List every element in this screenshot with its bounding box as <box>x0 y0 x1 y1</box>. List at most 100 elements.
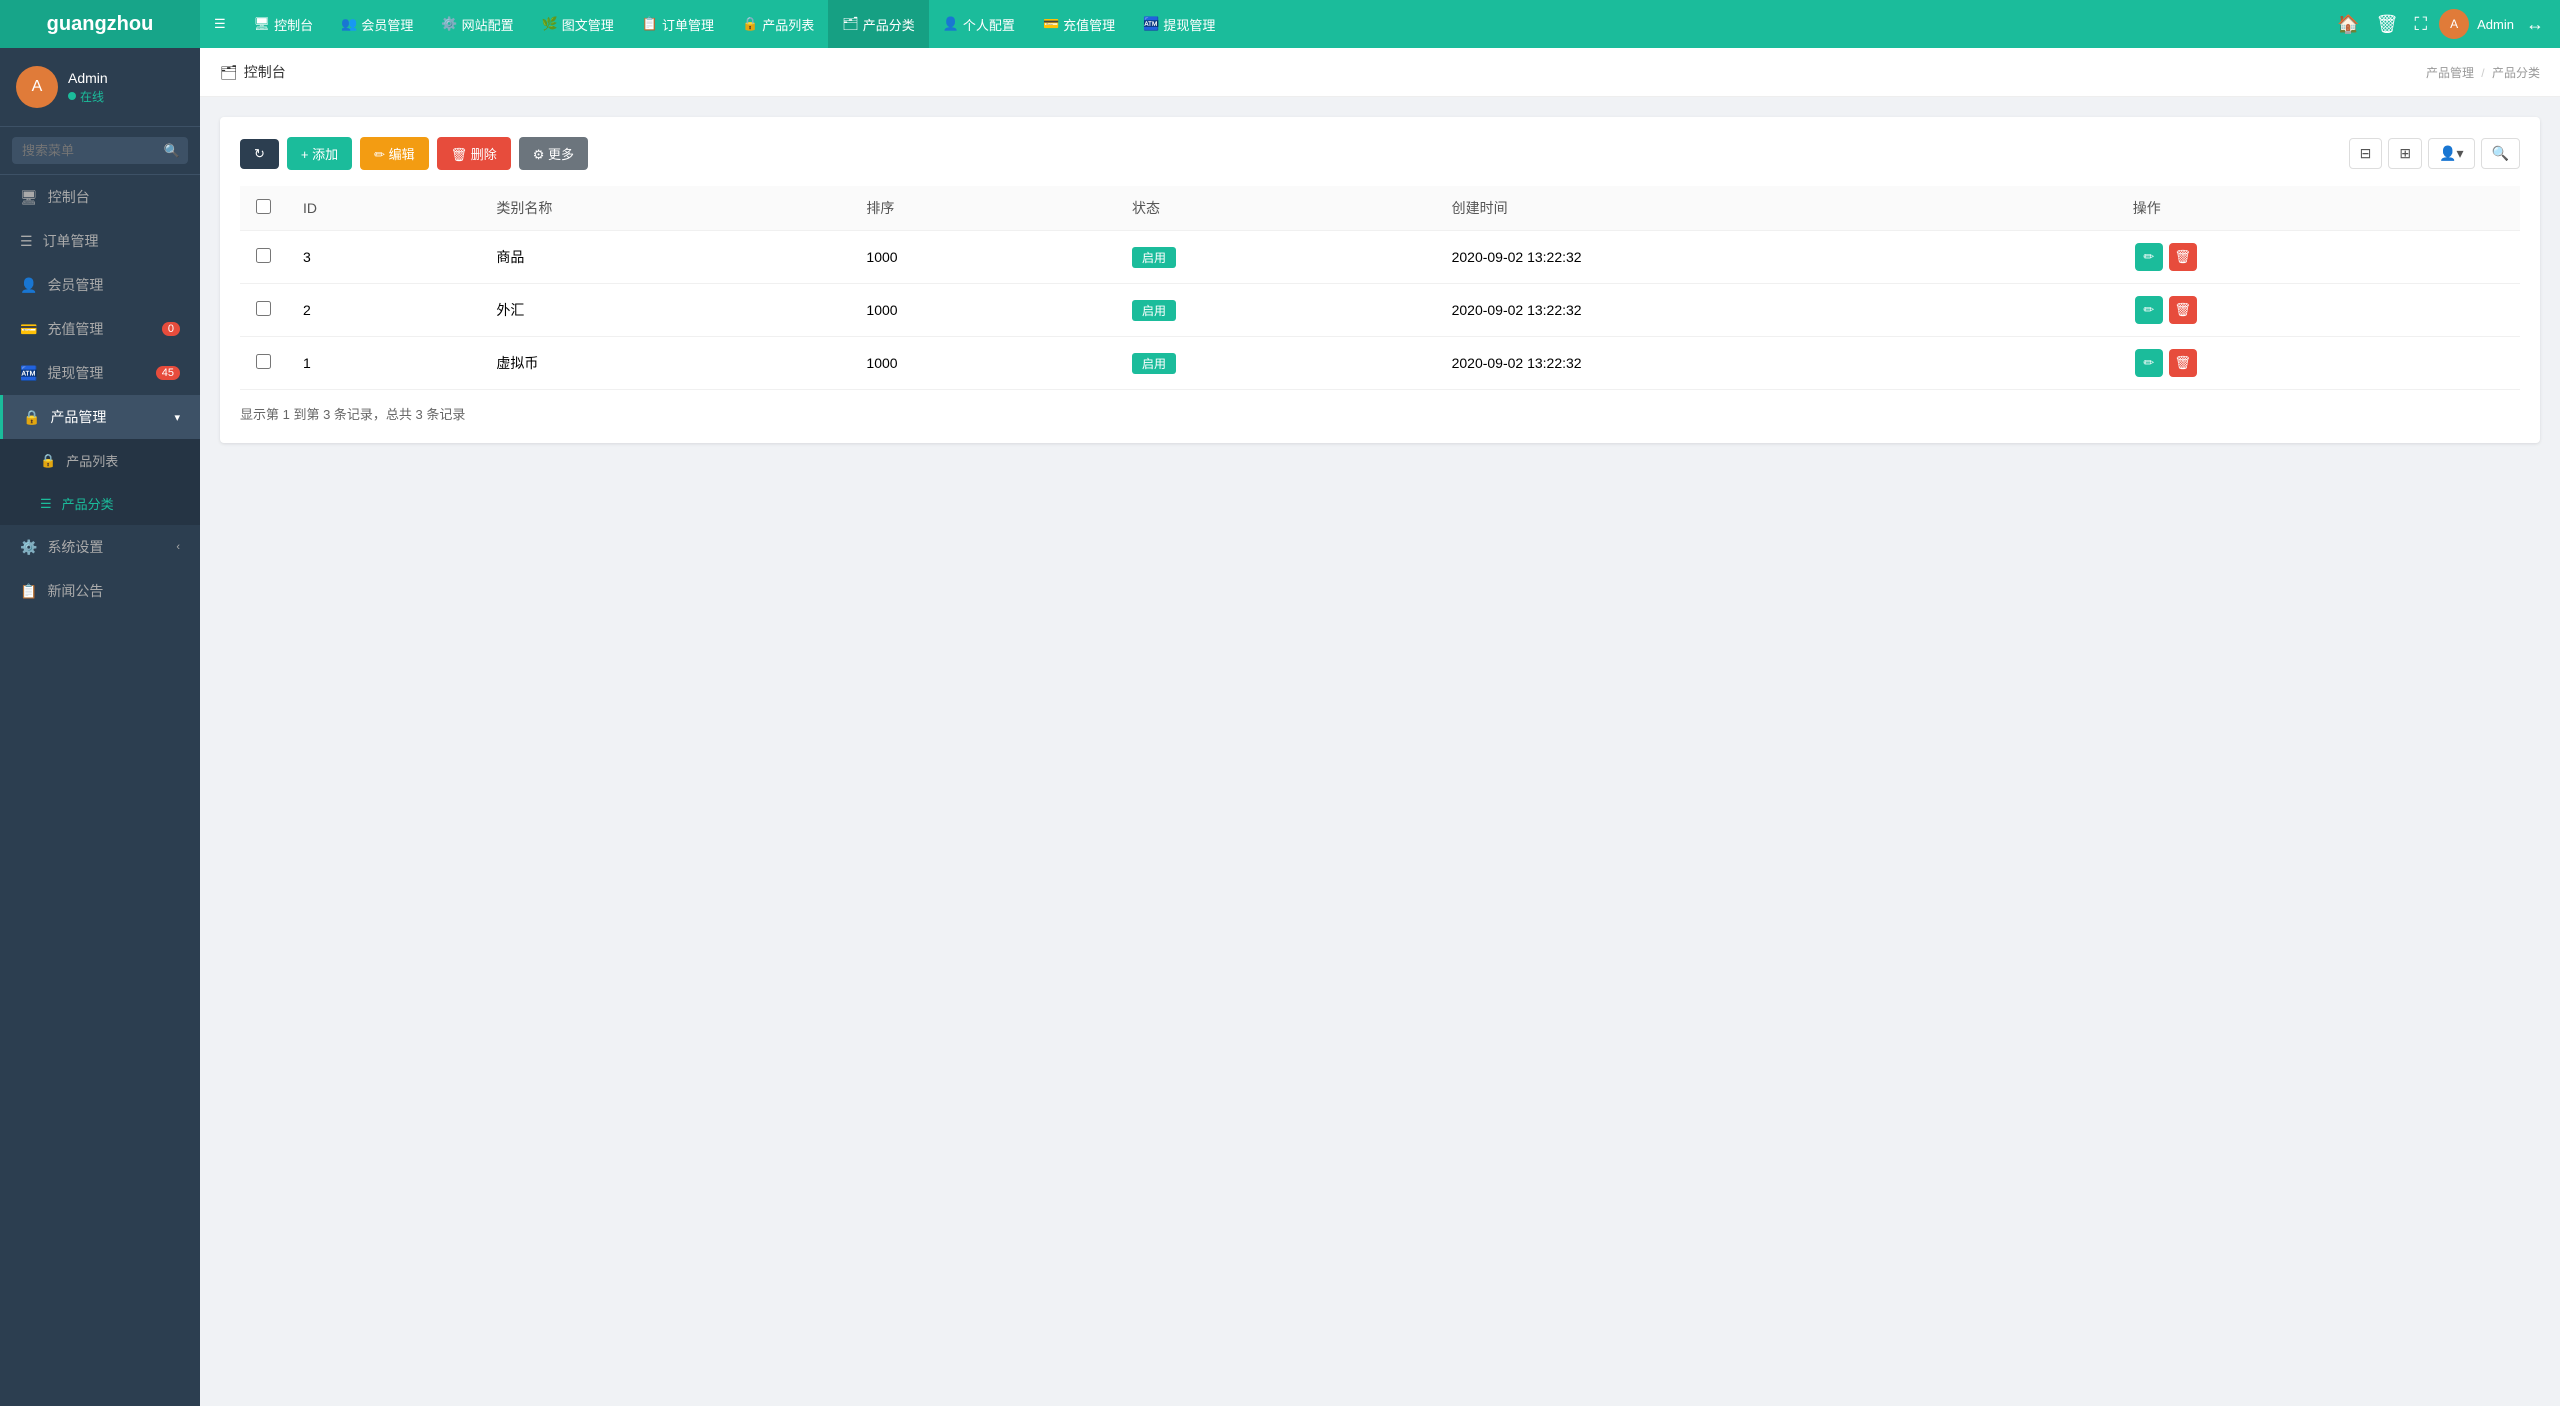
top-nav-right: 🏠 🗑 ⛶ A Admin ↔ <box>2321 9 2560 39</box>
category-icon: 🗂 <box>842 16 859 32</box>
toolbar-right: ⊟ ⊞ 👤▾ 🔍 <box>2349 138 2520 169</box>
topnav-members[interactable]: 👥 会员管理 <box>327 0 427 48</box>
row-status: 启用 <box>1116 337 1436 390</box>
topnav-profile[interactable]: 👤 个人配置 <box>929 0 1029 48</box>
edit-row-button[interactable]: ✏ <box>2135 243 2163 271</box>
sidebar-item-news[interactable]: 📋 新闻公告 <box>0 569 200 613</box>
refresh-icon: ↻ <box>254 146 265 162</box>
edit-row-button[interactable]: ✏ <box>2135 296 2163 324</box>
row-created: 2020-09-02 13:22:32 <box>1436 337 2117 390</box>
sidebar-user-info: Admin 在线 <box>68 70 108 105</box>
topnav-products[interactable]: 🔒 产品列表 <box>728 0 828 48</box>
withdraw-badge: 45 <box>156 366 180 380</box>
table-row: 3 商品 1000 启用 2020-09-02 13:22:32 ✏ 🗑 <box>240 231 2520 284</box>
view-grid-button[interactable]: ⊞ <box>2388 138 2422 169</box>
search-icon: 🔍 <box>164 143 180 159</box>
refresh-button[interactable]: ↻ <box>240 139 279 169</box>
topnav-orders[interactable]: 📋 订单管理 <box>628 0 728 48</box>
row-checkbox[interactable] <box>256 248 271 263</box>
edit-button[interactable]: ✏ 编辑 <box>360 137 429 170</box>
header-checkbox-cell <box>240 186 287 231</box>
sidebar-product-list-label: 产品列表 <box>66 451 118 470</box>
delete-row-button[interactable]: 🗑 <box>2169 243 2197 271</box>
sidebar-item-recharge[interactable]: 💳 充值管理 0 <box>0 307 200 351</box>
status-badge: 启用 <box>1132 247 1176 268</box>
system-icon: ⚙️ <box>20 539 37 556</box>
header-created: 创建时间 <box>1436 186 2117 231</box>
more-button[interactable]: ⚙ 更多 <box>519 137 588 170</box>
delete-row-button[interactable]: 🗑 <box>2169 349 2197 377</box>
withdraw-icon: 🏧 <box>1143 16 1159 32</box>
topnav-withdraw[interactable]: 🏧 提现管理 <box>1129 0 1229 48</box>
topnav-category[interactable]: 🗂 产品分类 <box>828 0 929 48</box>
trash-icon[interactable]: 🗑 <box>2372 10 2403 39</box>
select-all-checkbox[interactable] <box>256 199 271 214</box>
row-id: 3 <box>287 231 480 284</box>
delete-button[interactable]: 🗑 删除 <box>437 137 511 170</box>
breadcrumb-bar: 🗂 控制台 产品管理 / 产品分类 <box>200 48 2560 97</box>
breadcrumb-icon: 🗂 <box>220 64 238 81</box>
table-header-row: ID 类别名称 排序 状态 创建时间 操作 <box>240 186 2520 231</box>
username: Admin <box>2477 17 2514 32</box>
breadcrumb-current: 产品分类 <box>2492 66 2540 80</box>
user-menu-icon[interactable]: ↔ <box>2522 10 2548 39</box>
sidebar-recharge-label: 充值管理 <box>47 319 103 339</box>
brand-name: guangzhou <box>47 13 154 36</box>
status-badge: 启用 <box>1132 353 1176 374</box>
row-name: 外汇 <box>480 284 850 337</box>
breadcrumb-link-products[interactable]: 产品管理 <box>2426 66 2474 80</box>
header-status: 状态 <box>1116 186 1436 231</box>
sidebar-item-product-category[interactable]: ☰ 产品分类 <box>0 482 200 525</box>
topnav-dashboard-label: 控制台 <box>274 15 313 34</box>
topnav-recharge[interactable]: 💳 充值管理 <box>1029 0 1129 48</box>
console-icon: 🖥 <box>20 189 38 206</box>
topnav-products-label: 产品列表 <box>762 15 814 34</box>
brand-logo: guangzhou <box>0 0 200 48</box>
sidebar-item-withdraw[interactable]: 🏧 提现管理 45 <box>0 351 200 395</box>
sidebar-item-dashboard[interactable]: 🖥 控制台 <box>0 175 200 219</box>
topnav-toggle[interactable]: ☰ <box>200 0 240 48</box>
table-row: 2 外汇 1000 启用 2020-09-02 13:22:32 ✏ 🗑 <box>240 284 2520 337</box>
columns-button[interactable]: 👤▾ <box>2428 138 2474 169</box>
header-action: 操作 <box>2117 186 2520 231</box>
toolbar: ↻ + 添加 ✏ 编辑 🗑 删除 ⚙ 更多 ⊟ <box>240 137 2520 170</box>
status-badge: 启用 <box>1132 300 1176 321</box>
row-sort: 1000 <box>850 337 1116 390</box>
expand-icon[interactable]: ⛶ <box>2411 10 2432 39</box>
row-checkbox[interactable] <box>256 354 271 369</box>
home-icon[interactable]: 🏠 <box>2333 10 2363 39</box>
breadcrumb-title: 控制台 <box>244 62 286 82</box>
row-checkbox[interactable] <box>256 301 271 316</box>
edit-row-button[interactable]: ✏ <box>2135 349 2163 377</box>
sidebar-item-products[interactable]: 🔒 产品管理 ▾ <box>0 395 200 439</box>
top-nav-menu: ☰ 🖥 控制台 👥 会员管理 ⚙️ 网站配置 🌿 图文管理 📋 订单管理 🔒 产… <box>200 0 2321 48</box>
add-button[interactable]: + 添加 <box>287 137 352 170</box>
row-checkbox-cell <box>240 231 287 284</box>
search-button[interactable]: 🔍 <box>2481 138 2520 169</box>
recharge-badge: 0 <box>162 322 180 336</box>
products-arrow-icon: ▾ <box>174 411 180 424</box>
products-icon: 🔒 <box>23 409 40 426</box>
sidebar-item-product-list[interactable]: 🔒 产品列表 <box>0 439 200 482</box>
search-input[interactable] <box>12 137 188 164</box>
row-actions: ✏ 🗑 <box>2117 337 2520 390</box>
view-table-button[interactable]: ⊟ <box>2349 138 2383 169</box>
add-label: + 添加 <box>301 144 338 163</box>
sidebar-item-members[interactable]: 👤 会员管理 <box>0 263 200 307</box>
row-actions: ✏ 🗑 <box>2117 284 2520 337</box>
main-layout: A Admin 在线 🔍 🖥 控制台 ☰ 订单管理 <box>0 48 2560 1406</box>
sidebar-item-system[interactable]: ⚙️ 系统设置 ‹ <box>0 525 200 569</box>
header-id: ID <box>287 186 480 231</box>
row-sort: 1000 <box>850 284 1116 337</box>
product-list-icon: 🔒 <box>40 453 56 469</box>
sidebar-item-orders[interactable]: ☰ 订单管理 <box>0 219 200 263</box>
profile-icon: 👤 <box>943 16 959 32</box>
topnav-site[interactable]: ⚙️ 网站配置 <box>427 0 527 48</box>
orders-icon: 📋 <box>642 16 658 32</box>
delete-row-button[interactable]: 🗑 <box>2169 296 2197 324</box>
topnav-dashboard[interactable]: 🖥 控制台 <box>240 0 328 48</box>
menu-icon: ☰ <box>214 16 226 32</box>
topnav-media[interactable]: 🌿 图文管理 <box>528 0 628 48</box>
table-footer: 显示第 1 到第 3 条记录，总共 3 条记录 <box>240 404 2520 423</box>
more-label: ⚙ 更多 <box>533 144 574 163</box>
